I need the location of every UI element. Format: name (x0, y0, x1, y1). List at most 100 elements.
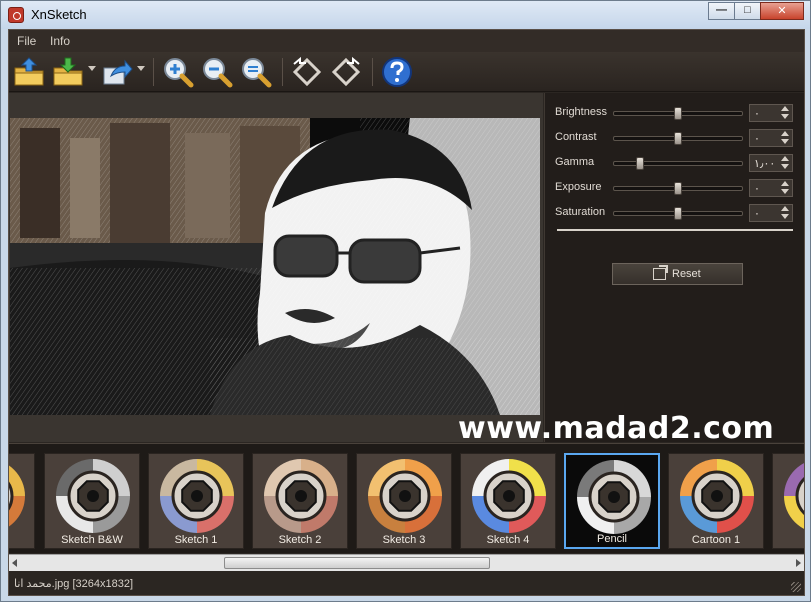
contrast-slider[interactable] (613, 132, 743, 145)
brightness-value: ٠ (754, 108, 760, 120)
image-viewer[interactable] (9, 93, 543, 442)
spin-arrows-icon[interactable] (780, 206, 790, 220)
contrast-spinbox[interactable]: ٠ (749, 129, 793, 147)
spin-arrows-icon[interactable] (780, 156, 790, 170)
resize-grip-icon[interactable] (791, 582, 801, 592)
scroll-left-icon[interactable] (12, 559, 17, 567)
toolbar-separator (282, 58, 283, 86)
filter-label: Cartoon 1 (691, 534, 741, 546)
help-button[interactable] (381, 56, 413, 88)
brightness-label: Brightness (555, 106, 607, 118)
filter-wheel-icon (56, 459, 130, 533)
rotate-left-icon (292, 56, 322, 87)
brightness-slider[interactable] (613, 107, 743, 120)
export-dropdown-icon[interactable] (137, 66, 145, 71)
filter-wheel-icon (368, 459, 442, 533)
saturation-slider[interactable] (613, 207, 743, 220)
rotate-left-button[interactable] (291, 56, 323, 88)
close-button[interactable]: ✕ (760, 2, 804, 20)
filter-thumb[interactable]: C (772, 453, 804, 549)
save-folder-icon (53, 57, 83, 86)
window-controls: — □ ✕ (708, 2, 804, 20)
reset-label: Reset (672, 268, 701, 280)
filter-thumb[interactable]: Cartoon 1 (668, 453, 764, 549)
brightness-slider-thumb[interactable] (674, 107, 682, 120)
zoom-out-icon (203, 58, 233, 88)
save-dropdown-icon[interactable] (88, 66, 96, 71)
watermark-text: www.madad2.com (458, 411, 775, 446)
scrollbar-thumb[interactable] (224, 557, 490, 569)
saturation-slider-thumb[interactable] (674, 207, 682, 220)
filter-thumb[interactable]: Sketch 1 (148, 453, 244, 549)
contrast-slider-thumb[interactable] (674, 132, 682, 145)
minimize-button[interactable]: — (708, 2, 735, 20)
filter-label: Sketch 4 (486, 534, 530, 546)
filter-thumb[interactable]: Sketch 4 (460, 453, 556, 549)
menu-file[interactable]: File (17, 34, 36, 48)
zoom-fit-icon (242, 58, 272, 88)
export-button[interactable] (101, 56, 133, 88)
maximize-button[interactable]: □ (734, 2, 761, 20)
saturation-row: Saturation ٠ (545, 202, 805, 224)
rotate-right-icon (331, 56, 361, 87)
contrast-label: Contrast (555, 131, 597, 143)
open-folder-icon (14, 57, 44, 86)
filter-strip-scrollbar[interactable] (9, 554, 804, 571)
menu-info[interactable]: Info (50, 34, 70, 48)
filter-wheel-icon (9, 465, 25, 527)
saturation-label: Saturation (555, 206, 606, 218)
reset-button[interactable]: Reset (612, 263, 743, 285)
zoom-fit-button[interactable] (240, 56, 272, 88)
exposure-value: ٠ (754, 183, 760, 195)
brightness-spinbox[interactable]: ٠ (749, 104, 793, 122)
filter-thumb[interactable]: Sketch 2 (252, 453, 348, 549)
filter-label: Sketch B&W (61, 534, 123, 546)
gamma-spinbox[interactable]: ١٫٠٠ (749, 154, 793, 172)
title-bar: XnSketch — □ ✕ (1, 1, 810, 29)
filter-thumb[interactable]: Pencil (564, 453, 660, 549)
filter-label: Sketch 2 (278, 534, 322, 546)
client-area: File Info Brightness ٠ Contrast ٠ Gamma … (8, 29, 805, 596)
filter-wheel-icon (784, 463, 804, 529)
export-icon (103, 59, 133, 85)
spin-arrows-icon[interactable] (780, 106, 790, 120)
exposure-spinbox[interactable]: ٠ (749, 179, 793, 197)
preview-image[interactable] (10, 118, 540, 415)
open-folder-button[interactable] (13, 56, 45, 88)
zoom-in-button[interactable] (162, 56, 194, 88)
help-icon (382, 57, 412, 87)
brightness-row: Brightness ٠ (545, 102, 805, 124)
filter-wheel-icon (160, 459, 234, 533)
saturation-spinbox[interactable]: ٠ (749, 204, 793, 222)
spin-arrows-icon[interactable] (780, 181, 790, 195)
minimize-icon: — (716, 4, 727, 16)
status-filename: محمد انا.jpg [3264x1832] (14, 578, 134, 590)
menu-bar: File Info (9, 30, 804, 52)
exposure-slider[interactable] (613, 182, 743, 195)
gamma-slider[interactable] (613, 157, 743, 170)
filter-label: Pencil (597, 533, 627, 545)
adjustments-panel: Brightness ٠ Contrast ٠ Gamma ١٫٠٠ Expos… (544, 93, 804, 442)
panel-divider (557, 229, 793, 231)
save-folder-button[interactable] (52, 56, 84, 88)
spin-arrows-icon[interactable] (780, 131, 790, 145)
filter-thumb[interactable]: Sketch B&W (44, 453, 140, 549)
filter-thumb[interactable] (9, 453, 35, 549)
reset-icon (653, 265, 668, 280)
filter-strip: Sketch B&W Sketch 1 Sketch 2 Sketch 3 Sk… (9, 443, 804, 553)
filter-wheel-icon (577, 460, 651, 534)
scroll-right-icon[interactable] (796, 559, 801, 567)
rotate-right-button[interactable] (330, 56, 362, 88)
filter-label: Sketch 3 (382, 534, 426, 546)
toolbar-separator (372, 58, 373, 86)
exposure-row: Exposure ٠ (545, 177, 805, 199)
filter-wheel-icon (264, 459, 338, 533)
sketch-photo (10, 118, 540, 415)
app-logo-icon (8, 7, 24, 23)
zoom-out-button[interactable] (201, 56, 233, 88)
close-icon: ✕ (777, 5, 787, 17)
exposure-slider-thumb[interactable] (674, 182, 682, 195)
contrast-value: ٠ (754, 133, 760, 145)
gamma-slider-thumb[interactable] (635, 157, 644, 170)
filter-thumb[interactable]: Sketch 3 (356, 453, 452, 549)
